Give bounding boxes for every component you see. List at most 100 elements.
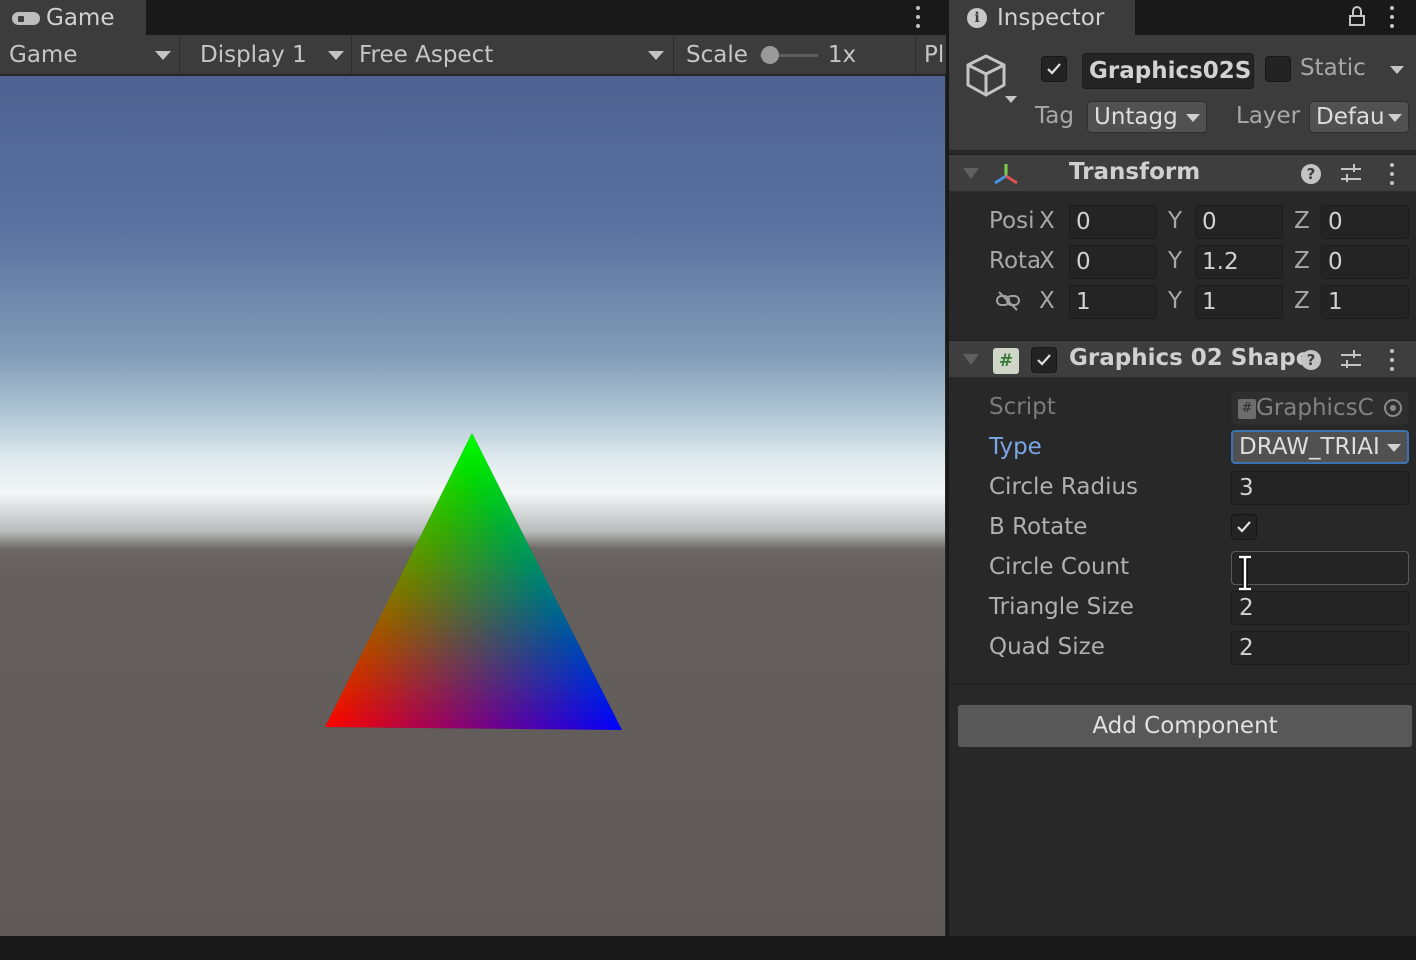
scale-slider-knob[interactable] bbox=[760, 45, 779, 64]
gameobject-header: Graphics02Sh Static Tag Untagg Layer Def… bbox=[949, 35, 1416, 151]
game-tab-bar: Game bbox=[0, 0, 946, 35]
component-enabled-checkbox[interactable] bbox=[1031, 347, 1057, 373]
chevron-down-icon bbox=[1186, 114, 1200, 122]
lock-icon[interactable] bbox=[1349, 6, 1365, 26]
scale-value: 1x bbox=[827, 41, 857, 68]
icon-picker-arrow-icon[interactable] bbox=[1005, 96, 1017, 103]
add-component-button[interactable]: Add Component bbox=[957, 704, 1413, 748]
object-picker-icon[interactable] bbox=[1384, 399, 1402, 417]
view-mode-dropdown[interactable]: Game bbox=[0, 35, 180, 74]
cube-icon bbox=[966, 54, 1006, 97]
object-name-field[interactable]: Graphics02Sh bbox=[1082, 53, 1254, 89]
rotation-label: Rota bbox=[989, 248, 1042, 274]
presets-icon[interactable] bbox=[1341, 350, 1361, 370]
view-mode-label: Game bbox=[9, 41, 78, 68]
chevron-down-icon bbox=[648, 50, 664, 60]
type-value: DRAW_TRIAI bbox=[1239, 434, 1380, 460]
status-bar bbox=[0, 936, 1416, 960]
scale-x-field[interactable]: 1 bbox=[1069, 285, 1157, 319]
kebab-menu-icon[interactable] bbox=[915, 6, 921, 28]
scale-y-field[interactable]: 1 bbox=[1195, 285, 1283, 319]
position-y-field[interactable]: 0 bbox=[1195, 205, 1283, 239]
quad-size-field[interactable]: 2 bbox=[1231, 631, 1409, 665]
transform-axes-icon bbox=[994, 164, 1018, 185]
text-cursor-icon bbox=[1239, 555, 1251, 591]
type-dropdown[interactable]: DRAW_TRIAI bbox=[1231, 430, 1409, 464]
script-component-header[interactable]: # Graphics 02 Shape ? bbox=[949, 340, 1416, 378]
display-dropdown[interactable]: Display 1 bbox=[180, 35, 352, 74]
triangle-size-label: Triangle Size bbox=[989, 594, 1134, 620]
rotation-y-field[interactable]: 1.2 bbox=[1195, 245, 1283, 279]
script-value: GraphicsC bbox=[1256, 395, 1374, 421]
presets-icon[interactable] bbox=[1341, 164, 1361, 184]
script-hash-icon: # bbox=[993, 348, 1019, 374]
quad-size-label: Quad Size bbox=[989, 634, 1105, 660]
circle-radius-field[interactable]: 3 bbox=[1231, 471, 1409, 505]
info-icon: i bbox=[967, 7, 987, 28]
kebab-menu-icon[interactable] bbox=[1389, 163, 1395, 185]
transform-title: Transform bbox=[1069, 159, 1201, 185]
position-label: Posi bbox=[989, 208, 1035, 234]
axis-y-label: Y bbox=[1168, 208, 1183, 234]
static-checkbox[interactable] bbox=[1265, 56, 1291, 82]
rotation-x-field[interactable]: 0 bbox=[1069, 245, 1157, 279]
axis-x-label: X bbox=[1039, 248, 1055, 274]
scale-label: Scale bbox=[686, 41, 748, 68]
game-viewport[interactable] bbox=[0, 76, 945, 936]
axis-x-label: X bbox=[1039, 288, 1055, 314]
static-dropdown-arrow-icon[interactable] bbox=[1390, 66, 1404, 74]
kebab-menu-icon[interactable] bbox=[1389, 349, 1395, 371]
checkmark-icon bbox=[1237, 521, 1251, 533]
script-label: Script bbox=[989, 394, 1056, 420]
axis-x-label: X bbox=[1039, 208, 1055, 234]
type-label: Type bbox=[989, 434, 1042, 460]
position-z-field[interactable]: 0 bbox=[1321, 205, 1409, 239]
scale-control: Scale 1x bbox=[674, 35, 916, 74]
help-icon[interactable]: ? bbox=[1301, 350, 1321, 370]
circle-count-label: Circle Count bbox=[989, 554, 1130, 580]
gamepad-icon bbox=[12, 10, 40, 26]
aspect-dropdown[interactable]: Free Aspect bbox=[352, 35, 674, 74]
rgb-triangle bbox=[325, 433, 622, 730]
foldout-arrow-icon[interactable] bbox=[963, 354, 979, 365]
scale-z-field[interactable]: 1 bbox=[1321, 285, 1409, 319]
kebab-menu-icon[interactable] bbox=[1389, 6, 1395, 28]
display-label: Display 1 bbox=[200, 41, 307, 68]
checkmark-icon bbox=[1047, 63, 1061, 75]
triangle-size-field[interactable]: 2 bbox=[1231, 591, 1409, 625]
play-focus-dropdown[interactable]: Pl bbox=[916, 35, 946, 74]
checkmark-icon bbox=[1037, 354, 1051, 366]
chevron-down-icon bbox=[1388, 114, 1402, 122]
tag-dropdown[interactable]: Untagg bbox=[1087, 101, 1207, 133]
b-rotate-checkbox[interactable] bbox=[1231, 514, 1257, 540]
tag-label: Tag bbox=[1035, 103, 1074, 129]
scale-slider[interactable] bbox=[759, 45, 818, 65]
rotation-z-field[interactable]: 0 bbox=[1321, 245, 1409, 279]
help-icon[interactable]: ? bbox=[1301, 164, 1321, 184]
axis-y-label: Y bbox=[1168, 288, 1183, 314]
tab-game[interactable]: Game bbox=[0, 0, 146, 35]
script-hash-icon: # bbox=[1238, 398, 1256, 419]
tab-inspector[interactable]: i Inspector bbox=[949, 0, 1135, 35]
link-icon[interactable] bbox=[995, 290, 1021, 312]
position-x-field[interactable]: 0 bbox=[1069, 205, 1157, 239]
game-toolbar: Game Display 1 Free Aspect Scale 1x Pl bbox=[0, 35, 946, 75]
axis-y-label: Y bbox=[1168, 248, 1183, 274]
inspector-panel: i Inspector Graphics02Sh Static Tag Unta… bbox=[946, 0, 1416, 936]
script-component-title: Graphics 02 Shape bbox=[1069, 345, 1312, 371]
active-checkbox[interactable] bbox=[1041, 56, 1067, 82]
layer-value: Defau bbox=[1316, 104, 1385, 130]
tab-inspector-label: Inspector bbox=[997, 4, 1105, 31]
layer-dropdown[interactable]: Defau bbox=[1309, 101, 1409, 133]
axis-z-label: Z bbox=[1294, 208, 1310, 234]
circle-count-field[interactable] bbox=[1231, 551, 1409, 585]
chevron-down-icon bbox=[1387, 444, 1401, 452]
transform-header[interactable]: Transform ? bbox=[949, 154, 1416, 192]
foldout-arrow-icon[interactable] bbox=[963, 168, 979, 179]
divider bbox=[949, 684, 1416, 685]
circle-radius-label: Circle Radius bbox=[989, 474, 1139, 500]
game-panel: Game Game Display 1 Free Aspect Scale 1x… bbox=[0, 0, 946, 936]
tag-value: Untagg bbox=[1094, 104, 1178, 130]
tab-game-label: Game bbox=[46, 4, 115, 31]
script-object-field[interactable]: # GraphicsC bbox=[1231, 391, 1409, 425]
